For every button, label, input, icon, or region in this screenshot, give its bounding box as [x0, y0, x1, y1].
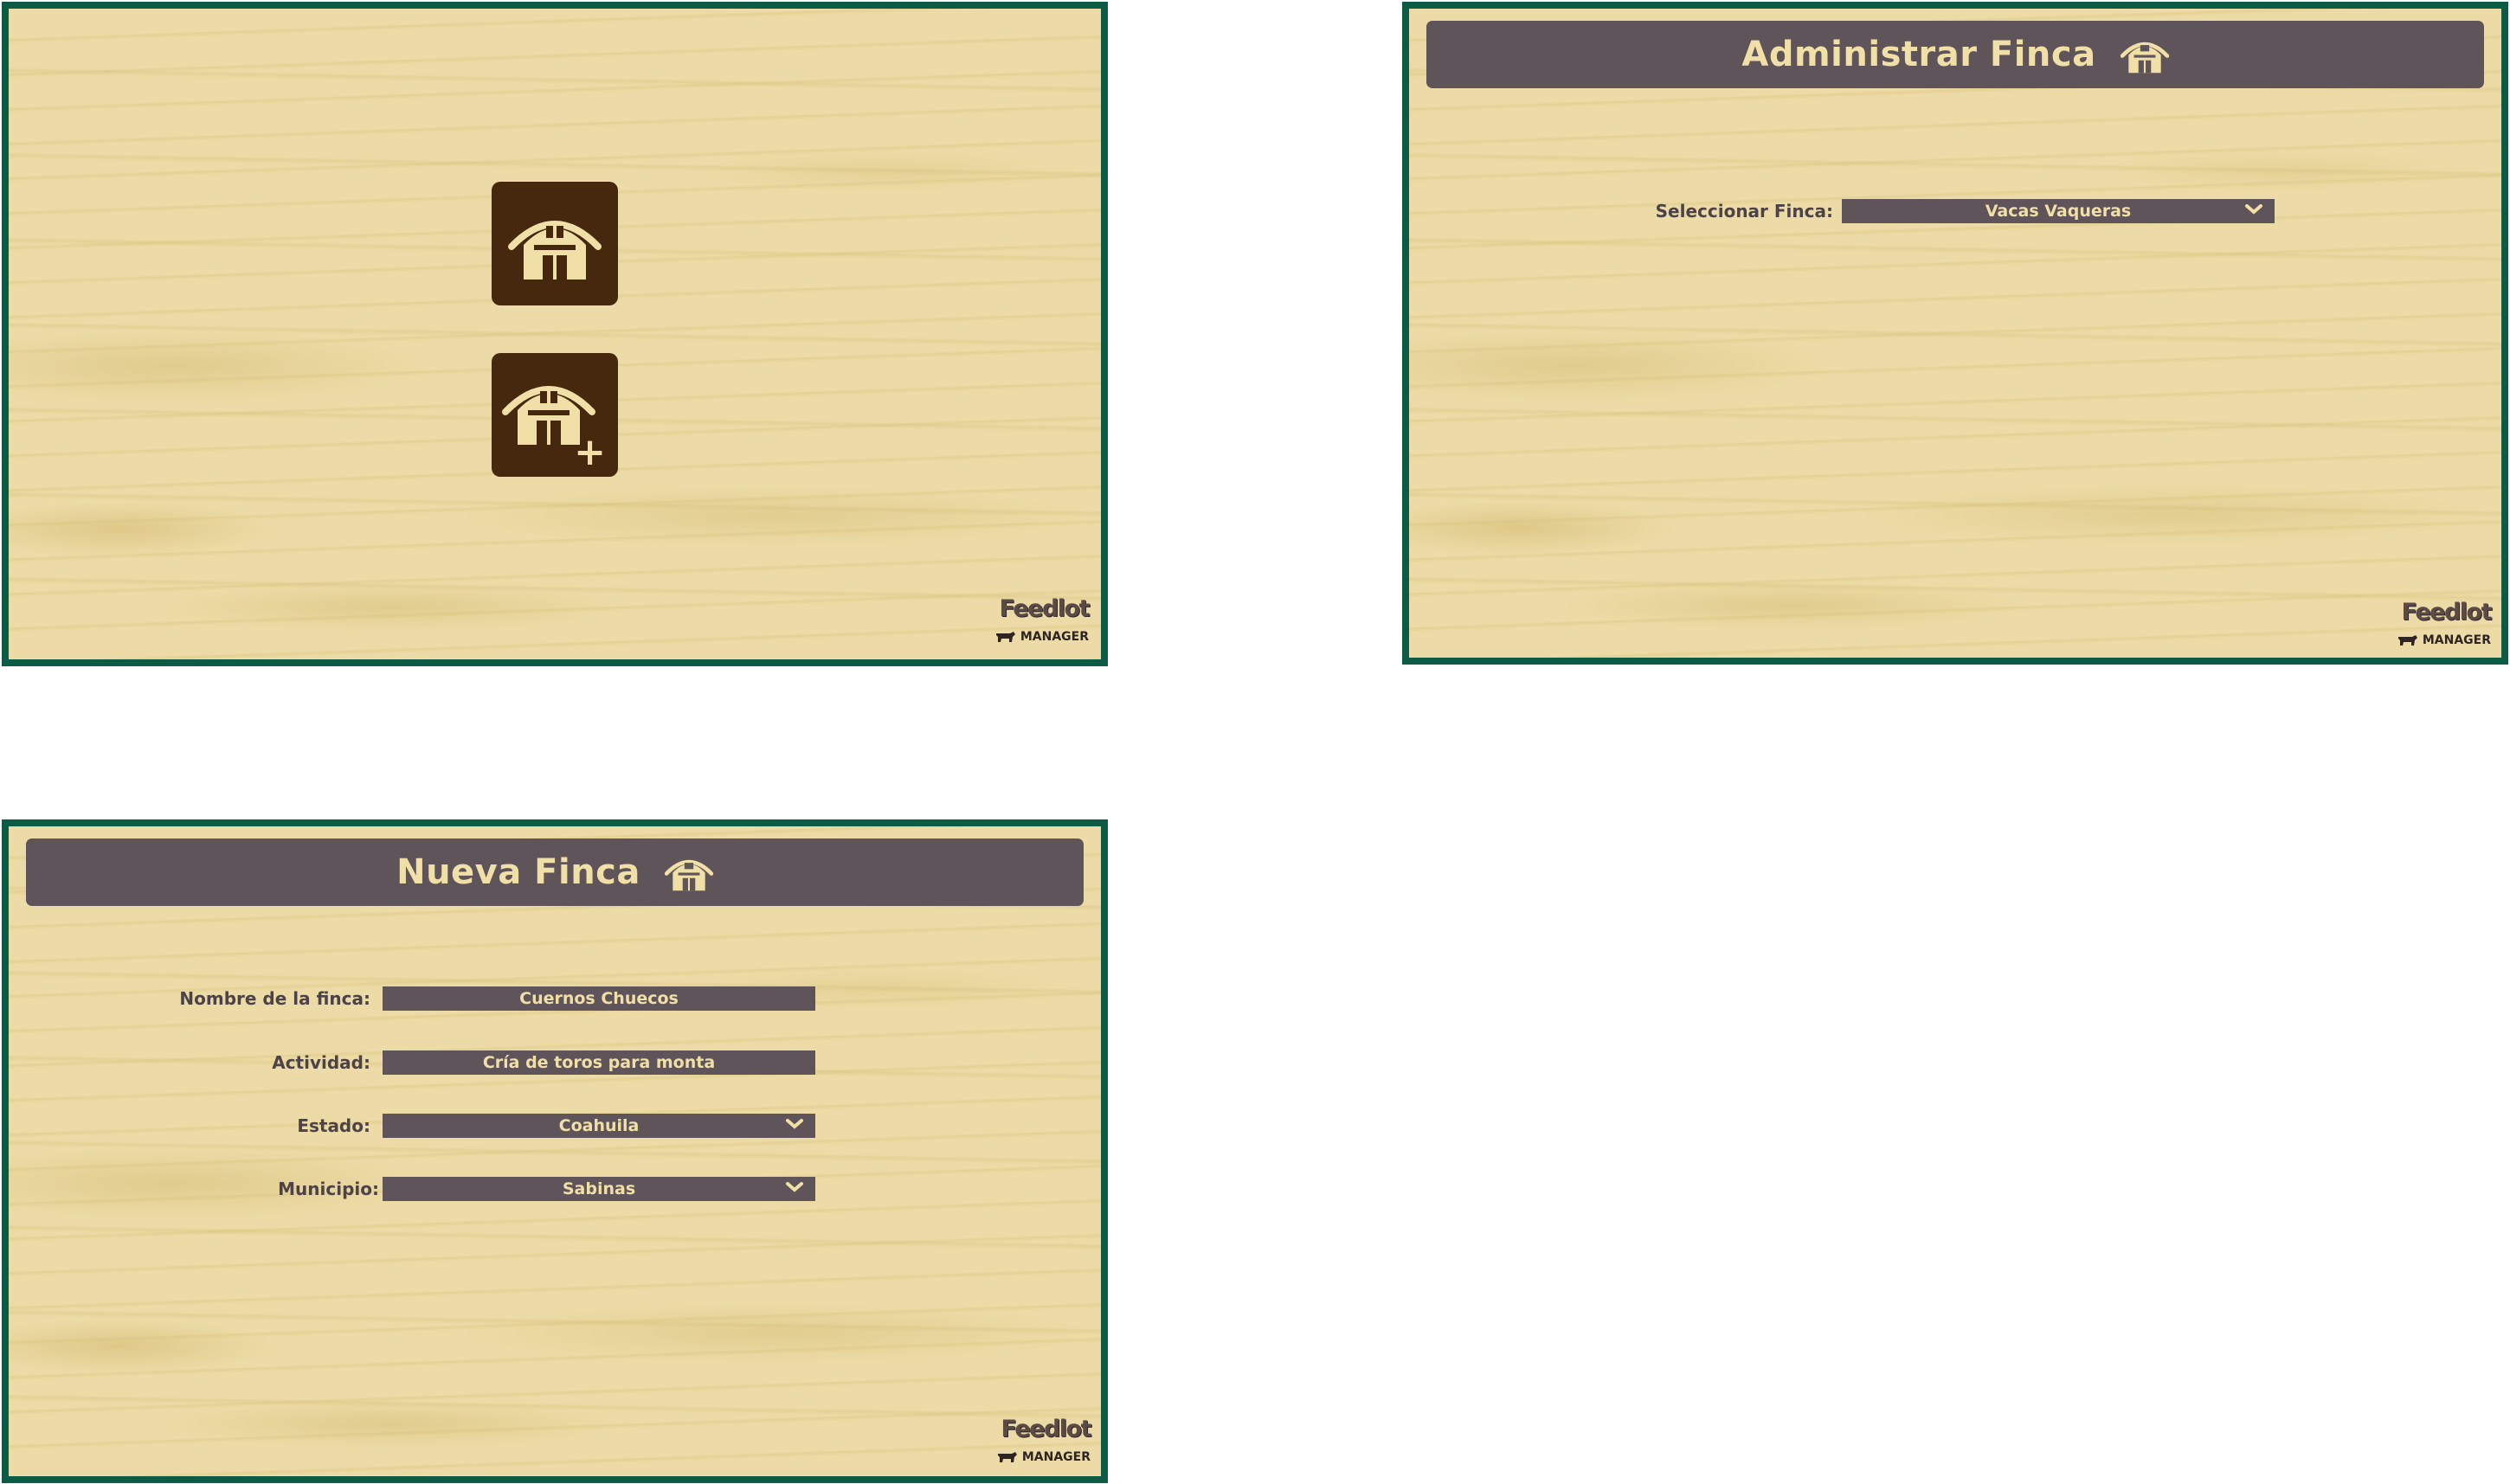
select-farm-value: Vacas Vaqueras	[1985, 202, 2132, 221]
municipality-dropdown[interactable]: Sabinas	[383, 1177, 815, 1201]
barn-icon	[508, 220, 602, 279]
barn-icon	[664, 852, 713, 892]
new-farm-header: Nueva Finca	[26, 838, 1084, 906]
municipality-row: Municipio: Sabinas	[138, 1177, 815, 1201]
farm-name-value: Cuernos Chuecos	[519, 989, 679, 1008]
state-value: Coahuila	[558, 1116, 640, 1135]
cow-icon	[995, 632, 1015, 642]
state-label: Estado:	[297, 1115, 370, 1136]
chevron-down-icon	[786, 1182, 803, 1192]
plus-icon: +	[574, 430, 606, 474]
select-farm-row: Seleccionar Finca: Vacas Vaqueras	[1643, 199, 2275, 223]
farm-name-label: Nombre de la finca:	[179, 988, 370, 1009]
admin-header: Administrar Finca	[1426, 21, 2484, 88]
cow-icon	[2397, 635, 2417, 646]
state-row: Estado: Coahuila	[138, 1114, 815, 1138]
manage-farm-button[interactable]	[492, 182, 618, 305]
activity-value: Cría de toros para monta	[482, 1053, 716, 1072]
activity-label: Actividad:	[272, 1052, 370, 1073]
logo-sub: MANAGER	[995, 630, 1089, 644]
logo-word: Feedlot	[1001, 1416, 1091, 1442]
municipality-label: Municipio:	[278, 1179, 379, 1199]
feedlot-manager-logo: Feedlot MANAGER	[988, 595, 1090, 644]
logo-sub: MANAGER	[2397, 633, 2491, 647]
new-farm-button[interactable]: +	[492, 353, 618, 477]
page-title: Nueva Finca	[396, 852, 640, 892]
cow-icon	[997, 1452, 1017, 1462]
state-dropdown[interactable]: Coahuila	[383, 1114, 815, 1138]
chevron-down-icon	[2245, 204, 2262, 215]
select-farm-label: Seleccionar Finca:	[1655, 201, 1833, 222]
barn-icon	[2120, 35, 2169, 74]
logo-word: Feedlot	[999, 595, 1090, 622]
admin-farm-screen: Administrar Finca Seleccionar Finca: Vac…	[1402, 2, 2508, 665]
select-farm-dropdown[interactable]: Vacas Vaqueras	[1842, 199, 2275, 223]
municipality-value: Sabinas	[562, 1179, 636, 1198]
home-screen: + Feedlot MANAGER	[2, 2, 1108, 666]
logo-sub: MANAGER	[997, 1450, 1091, 1464]
activity-row: Actividad: Cría de toros para monta	[138, 1050, 815, 1075]
logo-word: Feedlot	[2401, 599, 2492, 626]
new-farm-screen: Nueva Finca Nombre de la finca: Cuernos …	[2, 819, 1108, 1483]
feedlot-manager-logo: Feedlot MANAGER	[2391, 599, 2492, 647]
chevron-down-icon	[786, 1119, 803, 1129]
page-title: Administrar Finca	[1741, 35, 2096, 74]
activity-field[interactable]: Cría de toros para monta	[383, 1050, 815, 1075]
feedlot-manager-logo: Feedlot MANAGER	[990, 1416, 1091, 1464]
farm-name-row: Nombre de la finca: Cuernos Chuecos	[138, 986, 815, 1011]
farm-name-field[interactable]: Cuernos Chuecos	[383, 986, 815, 1011]
